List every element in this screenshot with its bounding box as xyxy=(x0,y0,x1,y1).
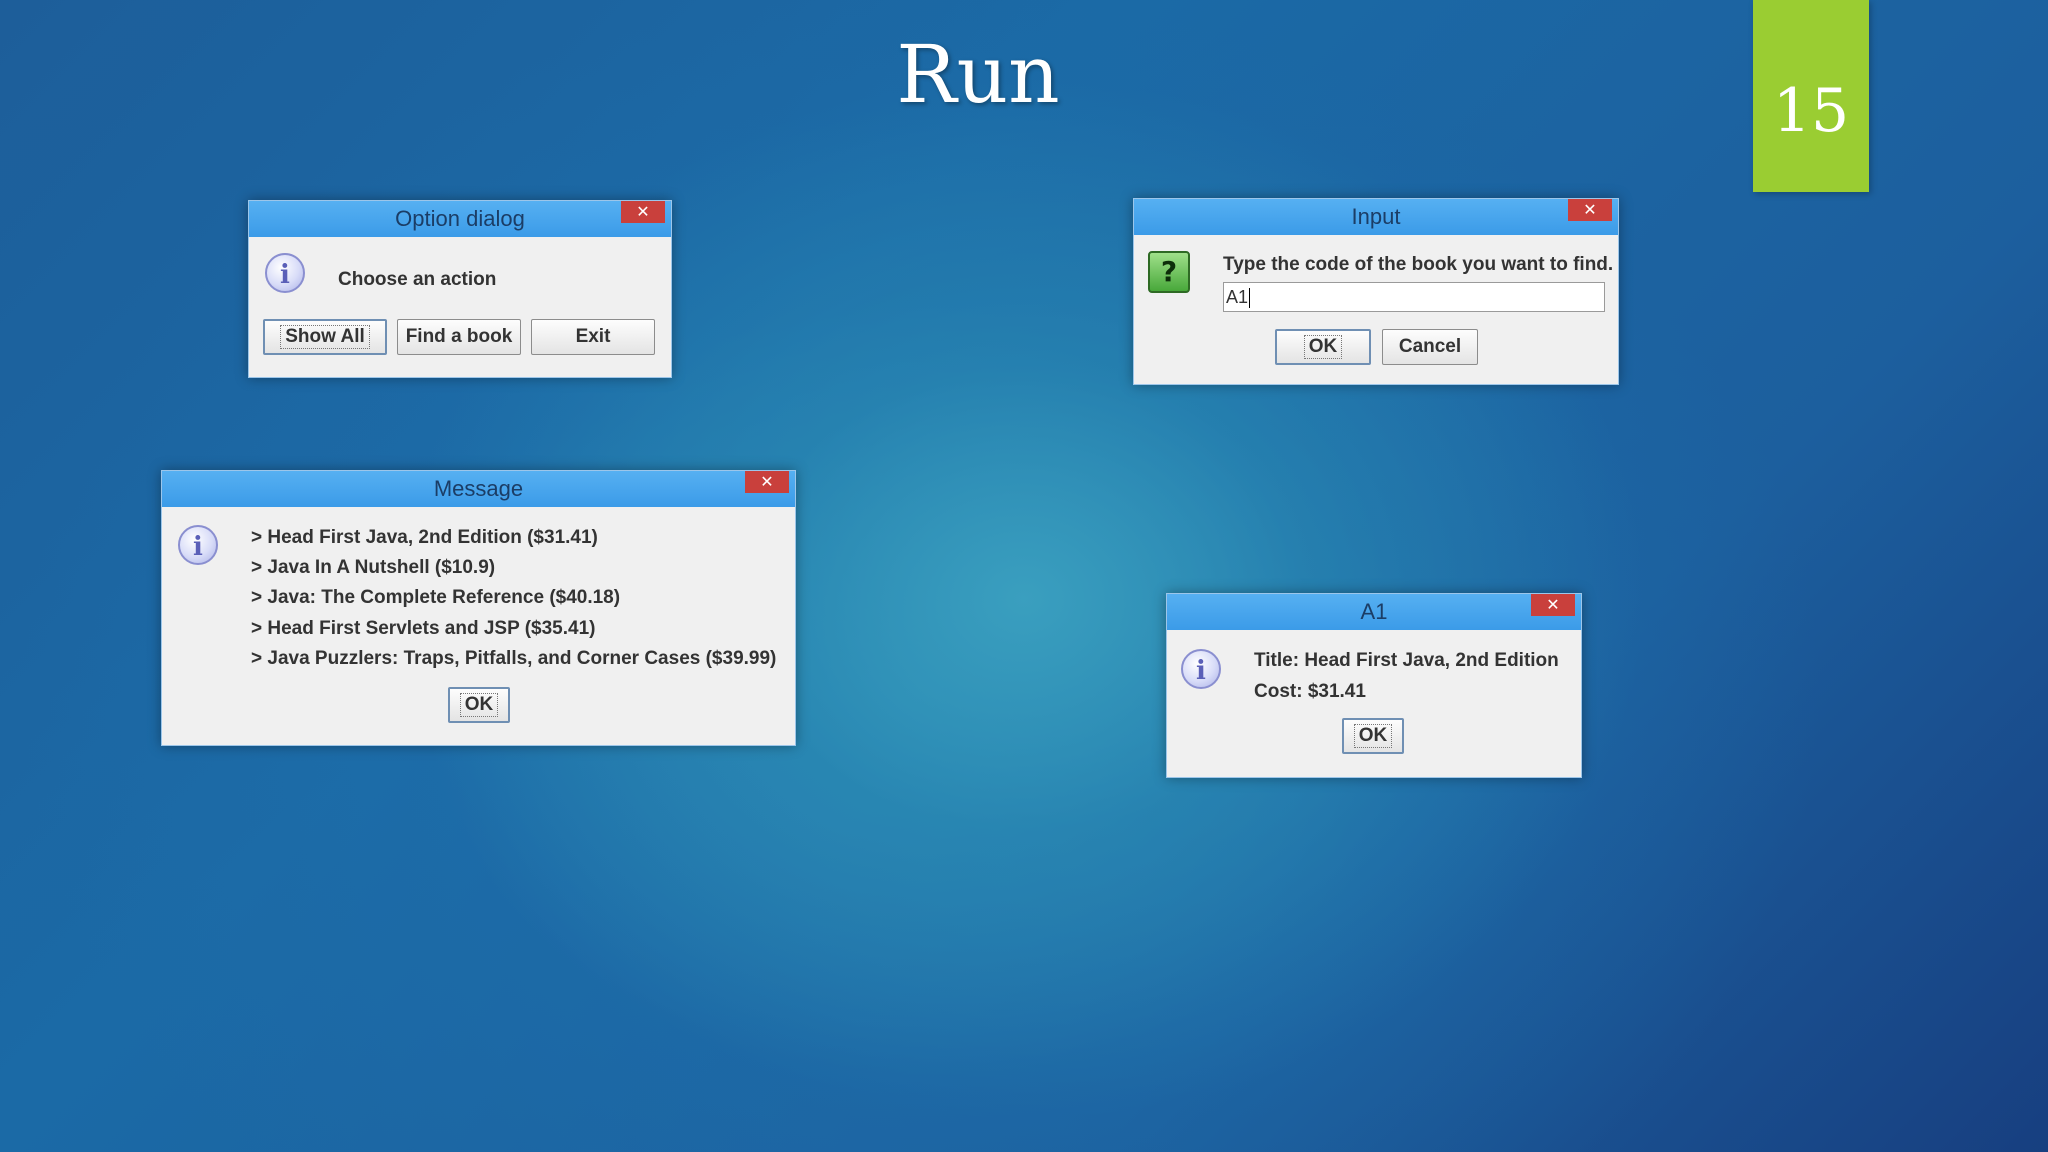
list-item: > Head First Servlets and JSP ($35.41) xyxy=(251,618,596,639)
book-code-input-value: A1 xyxy=(1226,287,1249,307)
list-item: > Java Puzzlers: Traps, Pitfalls, and Co… xyxy=(251,648,777,669)
info-icon: i xyxy=(1181,649,1221,689)
slide-title: Run xyxy=(896,28,1060,121)
input-cancel-button-label: Cancel xyxy=(1398,336,1462,357)
show-all-button-label: Show All xyxy=(280,325,370,349)
option-dialog-close-button[interactable]: ✕ xyxy=(621,201,665,223)
book-title-line: Title: Head First Java, 2nd Edition xyxy=(1254,650,1559,671)
message-ok-button-label: OK xyxy=(459,693,499,717)
page-number-badge: 15 xyxy=(1753,0,1869,192)
message-dialog-titlebar[interactable]: Message ✕ xyxy=(162,471,795,507)
input-dialog-title: Input xyxy=(1351,204,1401,229)
info-icon: i xyxy=(178,525,218,565)
input-ok-button-label: OK xyxy=(1303,335,1343,359)
list-item: > Java: The Complete Reference ($40.18) xyxy=(251,587,621,608)
input-dialog-prompt: Type the code of the book you want to fi… xyxy=(1223,254,1614,275)
option-dialog-title: Option dialog xyxy=(395,206,525,231)
input-ok-button[interactable]: OK xyxy=(1275,329,1371,365)
book-code-input[interactable]: A1 xyxy=(1223,282,1605,312)
show-all-button[interactable]: Show All xyxy=(263,319,387,355)
a1-dialog-close-button[interactable]: ✕ xyxy=(1531,594,1575,616)
option-dialog-titlebar[interactable]: Option dialog ✕ xyxy=(249,201,671,237)
input-dialog: Input ✕ ? Type the code of the book you … xyxy=(1133,198,1619,385)
a1-ok-button-label: OK xyxy=(1353,724,1393,748)
a1-dialog: A1 ✕ i Title: Head First Java, 2nd Editi… xyxy=(1166,593,1582,778)
a1-dialog-title: A1 xyxy=(1360,599,1388,624)
book-cost-line: Cost: $31.41 xyxy=(1254,681,1366,702)
exit-button[interactable]: Exit xyxy=(531,319,655,355)
list-item: > Java In A Nutshell ($10.9) xyxy=(251,557,496,578)
find-a-book-button[interactable]: Find a book xyxy=(397,319,521,355)
input-dialog-close-button[interactable]: ✕ xyxy=(1568,199,1612,221)
question-icon: ? xyxy=(1148,251,1190,293)
input-dialog-titlebar[interactable]: Input ✕ xyxy=(1134,199,1618,235)
page-number: 15 xyxy=(1772,76,1850,146)
a1-dialog-titlebar[interactable]: A1 ✕ xyxy=(1167,594,1581,630)
info-icon: i xyxy=(265,253,305,293)
input-cancel-button[interactable]: Cancel xyxy=(1382,329,1478,365)
message-ok-button[interactable]: OK xyxy=(448,687,510,723)
exit-button-label: Exit xyxy=(575,326,611,347)
text-caret xyxy=(1249,288,1251,309)
message-dialog-close-button[interactable]: ✕ xyxy=(745,471,789,493)
message-dialog: Message ✕ i > Head First Java, 2nd Editi… xyxy=(161,470,796,746)
find-a-book-button-label: Find a book xyxy=(405,326,513,347)
option-dialog-message: Choose an action xyxy=(338,269,497,290)
list-item: > Head First Java, 2nd Edition ($31.41) xyxy=(251,527,598,548)
a1-ok-button[interactable]: OK xyxy=(1342,718,1404,754)
option-dialog: Option dialog ✕ i Choose an action Show … xyxy=(248,200,672,378)
message-dialog-title: Message xyxy=(433,476,524,501)
